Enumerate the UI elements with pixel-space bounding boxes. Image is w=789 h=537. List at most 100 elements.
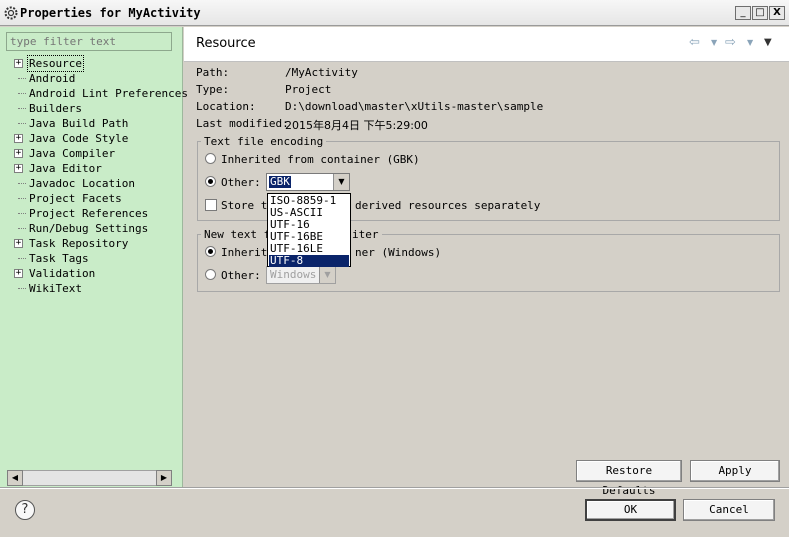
view-menu-icon[interactable]: ▼ xyxy=(764,37,772,48)
tree-item-label: Java Code Style xyxy=(29,132,129,145)
tree-item[interactable]: Javadoc Location xyxy=(0,176,183,191)
tree-item[interactable]: Project Facets xyxy=(0,191,183,206)
tree-item-label: Task Repository xyxy=(29,237,129,250)
tree-item-label: Resource xyxy=(27,55,84,72)
tree-item-label: Android xyxy=(29,72,76,85)
encoding-other-radio[interactable] xyxy=(205,176,216,187)
forward-dropdown-icon[interactable]: ▼ xyxy=(747,38,753,47)
line-delimiter-group-title-suffix: iter xyxy=(349,228,382,241)
tree-item[interactable]: + Resource xyxy=(0,55,183,72)
encoding-other-label: Other: xyxy=(221,176,261,189)
encoding-inherited-label: Inherited from container (GBK) xyxy=(221,153,420,166)
encoding-select-value: GBK xyxy=(269,175,291,188)
delimiter-select[interactable]: Windows ▼ xyxy=(266,266,336,284)
restore-defaults-button[interactable]: Restore Defaults xyxy=(576,460,682,497)
tree-item[interactable]: WikiText xyxy=(0,281,183,296)
navigation-pane: + ResourceAndroid Android Lint Preferences… xyxy=(0,27,188,487)
delimiter-inherited-radio[interactable] xyxy=(205,246,216,257)
tree-item-label: Java Editor xyxy=(29,162,102,175)
separator xyxy=(0,487,789,489)
back-dropdown-icon[interactable]: ▼ xyxy=(711,38,717,47)
tree-item[interactable]: + Java Editor xyxy=(0,161,183,176)
chevron-down-icon[interactable]: ▼ xyxy=(333,174,349,190)
tree-item[interactable]: + Task Repository xyxy=(0,236,183,251)
delimiter-select-value: Windows xyxy=(270,268,317,281)
minimize-button[interactable]: _ xyxy=(735,6,751,20)
tree-item[interactable]: Android xyxy=(0,71,183,86)
tree-item[interactable]: Builders xyxy=(0,101,183,116)
maximize-button[interactable]: □ xyxy=(752,6,768,20)
path-label: Path: xyxy=(196,66,230,79)
tree-connector xyxy=(18,213,26,214)
encoding-select[interactable]: GBK ▼ xyxy=(266,173,350,191)
path-value: /MyActivity xyxy=(285,66,358,79)
delimiter-inherited-label-suffix: ner (Windows) xyxy=(355,246,442,259)
page-header: Resource ⇦ ▼ ⇨ ▼ ▼ xyxy=(184,27,789,62)
close-button[interactable]: X xyxy=(769,6,785,20)
line-delimiter-group-title-prefix: New text f xyxy=(201,228,274,241)
location-value: D:\download\master\xUtils-master\sample xyxy=(285,100,544,113)
expand-icon[interactable]: + xyxy=(14,164,23,173)
tree-connector xyxy=(18,93,26,94)
tree-item[interactable]: Java Build Path xyxy=(0,116,183,131)
ok-button[interactable]: OK xyxy=(585,499,676,521)
tree-item[interactable]: + Validation xyxy=(0,266,183,281)
expand-icon[interactable]: + xyxy=(14,239,23,248)
last-modified-label: Last modified: xyxy=(196,117,289,130)
delimiter-other-label: Other: xyxy=(221,269,261,282)
tree-connector xyxy=(18,78,26,79)
tree-item[interactable]: + Java Code Style xyxy=(0,131,183,146)
tree-item-label: Task Tags xyxy=(29,252,89,265)
filter-input[interactable] xyxy=(6,32,172,51)
tree-item-label: Android Lint Preferences xyxy=(29,87,188,100)
chevron-down-icon[interactable]: ▼ xyxy=(319,267,335,283)
location-label: Location: xyxy=(196,100,256,113)
delimiter-other-radio[interactable] xyxy=(205,269,216,280)
tree-connector xyxy=(18,183,26,184)
delimiter-inherited-label-prefix: Inherit xyxy=(221,246,268,259)
tree-item-label: Builders xyxy=(29,102,82,115)
tree-item-label: Java Compiler xyxy=(29,147,116,160)
tree-item-label: Project Facets xyxy=(29,192,122,205)
tree-item-label: Java Build Path xyxy=(29,117,129,130)
title-bar: Properties for MyActivity _ □ X xyxy=(0,0,789,26)
tree-connector xyxy=(18,123,26,124)
encoding-dropdown-list[interactable]: ISO-8859-1 US-ASCII UTF-16 UTF-16BE UTF-16LE… xyxy=(267,193,351,267)
tree-connector xyxy=(18,258,26,259)
apply-button[interactable]: Apply xyxy=(690,460,780,482)
horizontal-scrollbar[interactable]: ◀ ▶ xyxy=(7,470,172,486)
help-icon[interactable]: ? xyxy=(15,500,35,520)
back-arrow-icon[interactable]: ⇦ xyxy=(689,35,700,50)
type-value: Project xyxy=(285,83,332,96)
tree-connector xyxy=(18,228,26,229)
gear-icon xyxy=(4,6,18,20)
store-derived-label: derived resources separately xyxy=(355,199,541,212)
scroll-left-icon[interactable]: ◀ xyxy=(7,470,23,486)
scroll-right-icon[interactable]: ▶ xyxy=(156,470,172,486)
store-derived-checkbox[interactable] xyxy=(205,199,217,211)
type-label: Type: xyxy=(196,83,230,96)
forward-arrow-icon[interactable]: ⇨ xyxy=(725,35,736,50)
window-title: Properties for MyActivity xyxy=(20,6,201,20)
expand-icon[interactable]: + xyxy=(14,269,23,278)
page-title: Resource xyxy=(196,36,256,51)
expand-icon[interactable]: + xyxy=(14,59,23,68)
text-encoding-group-title: Text file encoding xyxy=(201,135,327,148)
expand-icon[interactable]: + xyxy=(14,149,23,158)
tree-item[interactable]: Run/Debug Settings xyxy=(0,221,183,236)
tree-item-label: WikiText xyxy=(29,282,82,295)
tree-item[interactable]: + Java Compiler xyxy=(0,146,183,161)
tree-item-label: Project References xyxy=(29,207,149,220)
tree-connector xyxy=(18,108,26,109)
tree-item-label: Run/Debug Settings xyxy=(29,222,149,235)
tree-item-label: Javadoc Location xyxy=(29,177,135,190)
tree-item[interactable]: Project References xyxy=(0,206,183,221)
encoding-option[interactable]: UTF-8 xyxy=(269,255,349,267)
last-modified-value: 2015年8月4日 下午5:29:00 xyxy=(285,119,428,132)
tree-item[interactable]: Task Tags xyxy=(0,251,183,266)
tree-connector xyxy=(18,198,26,199)
encoding-inherited-radio[interactable] xyxy=(205,153,216,164)
tree-item[interactable]: Android Lint Preferences xyxy=(0,86,188,101)
expand-icon[interactable]: + xyxy=(14,134,23,143)
cancel-button[interactable]: Cancel xyxy=(683,499,775,521)
